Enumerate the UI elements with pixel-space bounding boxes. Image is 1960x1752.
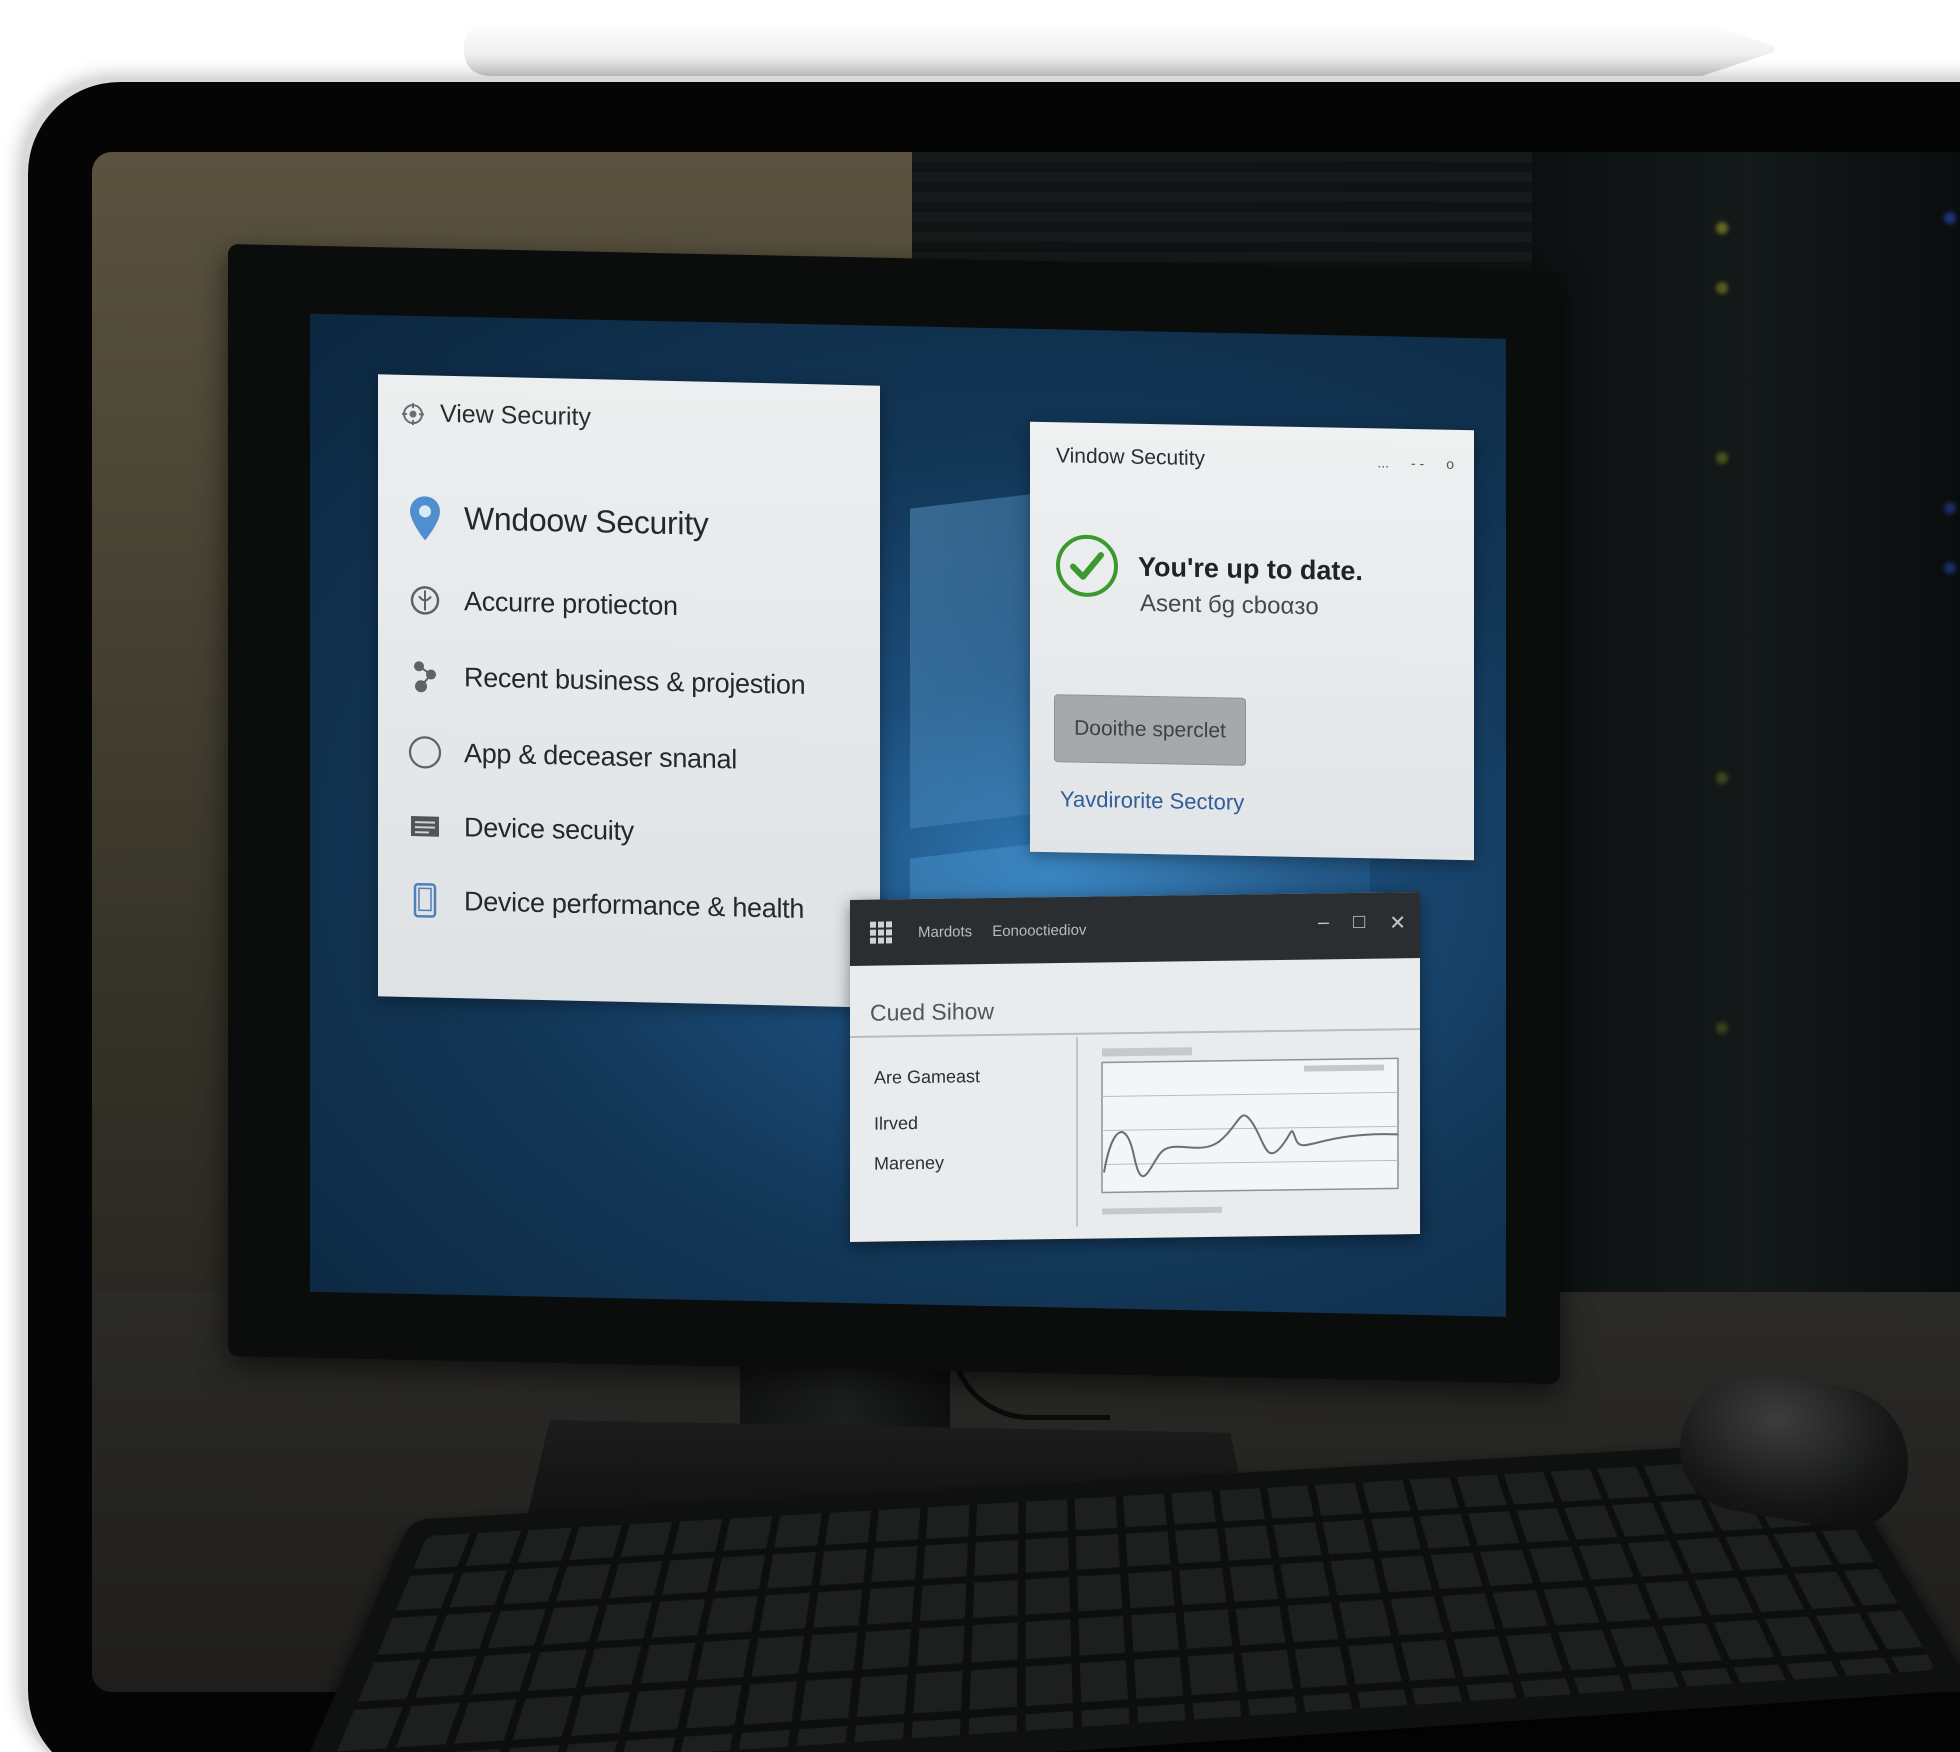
graph-frame bbox=[1101, 1057, 1399, 1194]
nav-item-label: Device performance & health bbox=[464, 885, 805, 924]
nav-item-windows-security[interactable]: Wndoow Security bbox=[408, 495, 709, 543]
panel-header: View Security bbox=[400, 399, 591, 432]
performance-graph bbox=[1101, 1047, 1399, 1215]
close-button[interactable]: ✕ bbox=[1389, 910, 1406, 935]
titlebar-label-right: Eonooctiediov bbox=[992, 921, 1087, 940]
nav-item-label: Accurre protiecton bbox=[464, 585, 678, 621]
location-pin-icon bbox=[408, 495, 442, 540]
titlebar-label-left: Mardots bbox=[918, 922, 973, 941]
nav-item-app-browser[interactable]: App & deceaser snanal bbox=[408, 735, 737, 776]
nav-item-label: App & deceaser snanal bbox=[464, 737, 737, 774]
status-subline: Asent бg cboαзo bbox=[1140, 589, 1319, 621]
nav-item-label: Recent business & projestion bbox=[464, 661, 806, 700]
circle-icon bbox=[408, 735, 442, 770]
status-action-button[interactable]: Dooithe sperclet bbox=[1054, 694, 1246, 766]
column-divider bbox=[1076, 1036, 1078, 1227]
more-options-button[interactable]: ... bbox=[1377, 454, 1389, 470]
metric-label: Mareney bbox=[874, 1152, 945, 1174]
checkmark-circle-icon bbox=[1054, 532, 1120, 604]
metric-label: Are Gameast bbox=[874, 1066, 981, 1088]
minimize-button[interactable]: – bbox=[1318, 911, 1329, 936]
nav-item-label: Wndoow Security bbox=[464, 500, 709, 542]
virus-shield-icon bbox=[408, 583, 442, 618]
nav-item-virus-protection[interactable]: Accurre protiecton bbox=[408, 583, 678, 623]
heading-divider bbox=[850, 1028, 1420, 1038]
nav-item-device-health[interactable]: Device performance & health bbox=[408, 882, 805, 926]
graph-header-bar bbox=[1102, 1047, 1192, 1057]
chart-window-heading: Cued Sihow bbox=[870, 997, 995, 1026]
network-icon bbox=[408, 659, 442, 694]
panel-title: View Security bbox=[440, 399, 591, 432]
graph-footer-bar bbox=[1102, 1206, 1222, 1215]
nav-item-device-security[interactable]: Device secuity bbox=[408, 809, 634, 848]
chip-icon bbox=[408, 809, 442, 844]
status-headline: You're up to date. bbox=[1138, 551, 1363, 587]
grid-icon bbox=[870, 921, 892, 944]
maximize-button[interactable]: □ bbox=[1353, 911, 1365, 936]
window-titlebar: Mardots Eonooctiediov – □ ✕ bbox=[850, 892, 1420, 966]
window-title: Vindow Secutity bbox=[1056, 444, 1206, 471]
security-navigation-panel: View Security Wndoow Security Accurre pr… bbox=[378, 374, 880, 1008]
device-icon bbox=[408, 882, 442, 918]
minimize-button[interactable]: - - bbox=[1411, 455, 1424, 471]
server-rack bbox=[1532, 152, 1960, 1352]
performance-chart-window: Mardots Eonooctiediov – □ ✕ Cued Sihow A… bbox=[850, 892, 1420, 1242]
window-controls: – □ ✕ bbox=[1318, 910, 1406, 936]
close-button[interactable]: o bbox=[1446, 456, 1454, 472]
nav-item-label: Device secuity bbox=[464, 811, 634, 846]
nav-item-network-protection[interactable]: Recent business & projestion bbox=[408, 659, 805, 702]
shield-gear-icon bbox=[400, 400, 426, 427]
window-controls: ... - - o bbox=[1377, 454, 1454, 471]
stylus-pencil bbox=[464, 22, 1774, 76]
metric-label: Ilrved bbox=[874, 1113, 919, 1134]
security-status-window: Vindow Secutity ... - - o You're up to d… bbox=[1030, 421, 1474, 861]
security-link[interactable]: Yavdirorite Sectory bbox=[1060, 786, 1244, 816]
graph-legend-bar bbox=[1304, 1064, 1384, 1072]
